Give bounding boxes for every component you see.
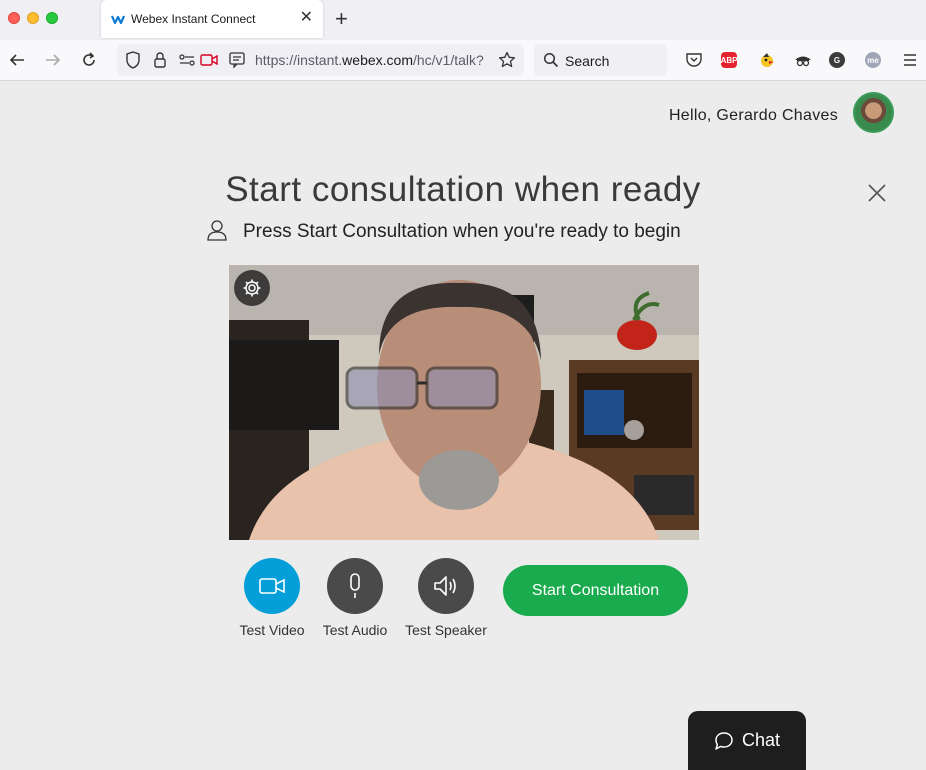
chat-button[interactable]: Chat [688,711,806,770]
browser-toolbar: https://instant.webex.com/hc/v1/talk? Se… [0,40,926,81]
avatar[interactable] [853,92,894,133]
tab-title: Webex Instant Connect [131,12,256,26]
test-speaker-label: Test Speaker [405,622,487,638]
test-audio-button[interactable] [327,558,383,614]
test-speaker-button[interactable] [418,558,474,614]
pocket-icon[interactable] [684,50,704,70]
lock-icon[interactable] [150,50,170,70]
minimize-window-button[interactable] [27,12,39,24]
chat-label: Chat [741,730,781,750]
gear-icon [243,279,261,297]
url-text[interactable]: https://instant.webex.com/hc/v1/talk? [255,52,493,68]
camera-sharing-icon[interactable] [199,50,219,70]
new-tab-button[interactable]: + [335,6,348,32]
video-frame-image [229,265,699,540]
webex-favicon-icon [111,15,125,25]
extension-bird-icon[interactable] [757,50,777,70]
url-path: /hc/v1/talk? [412,52,484,68]
page-title: Start consultation when ready [225,170,701,209]
browser-tab[interactable]: Webex Instant Connect ✕ [101,0,323,38]
video-settings-button[interactable] [234,270,270,306]
chat-bubble-icon [715,731,733,750]
start-consultation-button[interactable]: Start Consultation [503,565,688,616]
bookmark-star-icon[interactable] [497,50,517,70]
page-subtitle: Press Start Consultation when you're rea… [243,221,681,242]
microphone-icon [350,573,360,598]
reload-icon[interactable] [79,50,99,70]
test-audio-label: Test Audio [322,622,388,638]
extension-g-icon[interactable]: G [829,52,845,68]
back-icon[interactable] [7,50,27,70]
search-icon [541,50,561,70]
url-prefix: https://instant. [255,52,343,68]
search-placeholder: Search [565,53,610,69]
user-greeting: Hello, Gerardo Chaves [668,107,838,124]
self-video-preview [229,265,699,540]
close-icon[interactable] [866,182,888,204]
adblock-plus-icon[interactable]: ABP [721,52,737,68]
url-host: webex.com [342,52,413,68]
speaker-icon [434,576,456,596]
tab-close-icon[interactable]: ✕ [300,9,313,27]
extension-spy-icon[interactable] [793,50,813,70]
browser-tab-bar: Webex Instant Connect ✕ + [0,0,926,40]
maximize-window-button[interactable] [46,12,58,24]
reader-view-icon[interactable] [227,50,247,70]
permissions-icon[interactable] [177,50,197,70]
test-video-button[interactable] [244,558,300,614]
video-camera-icon [259,578,285,594]
forward-icon[interactable] [43,50,63,70]
close-window-button[interactable] [8,12,20,24]
url-bar[interactable]: https://instant.webex.com/hc/v1/talk? [117,44,524,76]
hamburger-menu-icon[interactable] [900,50,920,70]
search-bar[interactable]: Search [534,44,667,76]
shield-icon[interactable] [123,50,143,70]
extension-me-icon[interactable]: me [865,52,881,68]
person-icon [207,220,227,241]
